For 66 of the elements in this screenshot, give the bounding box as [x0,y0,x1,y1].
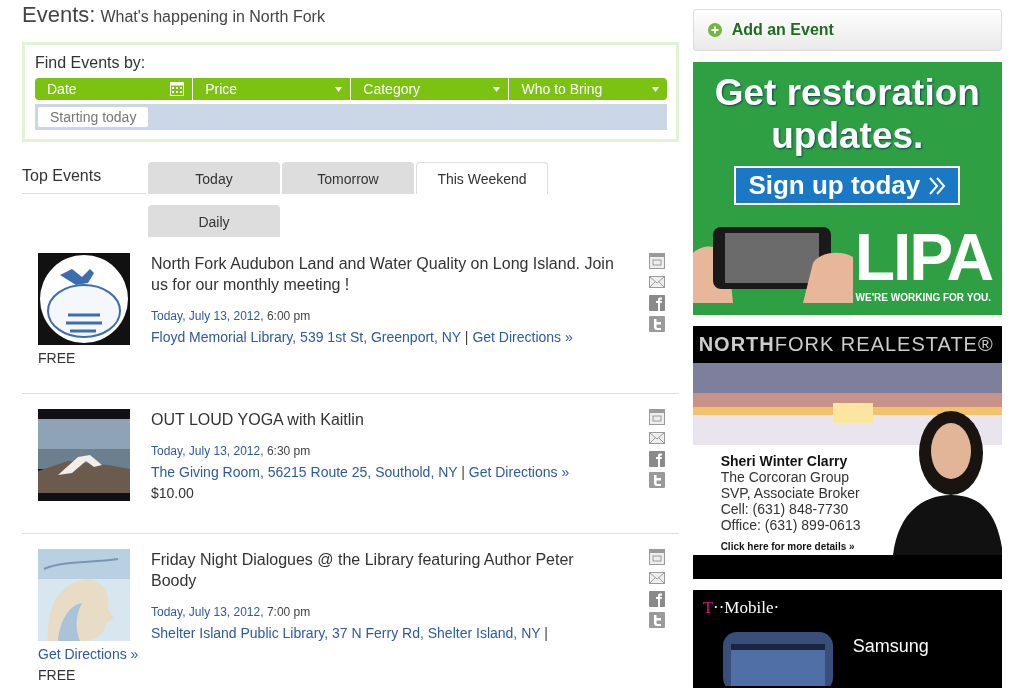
ad-text: Office: (631) 899-0613 [720,516,862,533]
filter-title: Find Events by: [35,54,147,72]
calendar-icon[interactable] [648,253,665,269]
envelope-icon[interactable] [648,430,665,446]
separator: | [544,625,548,641]
ad-text: Sheri Winter Clarry [720,452,849,469]
venue-link[interactable]: Floyd Memorial Library, 539 1st St, Greenport, NY [151,329,461,345]
venue-link[interactable]: Shelter Island Public Library, 37 N Ferry Rd, Shelter Island, NY [151,625,541,641]
page-title: Events: [22,2,96,28]
ad-text: Cell: (631) 848-7730 [720,500,850,517]
advertisement[interactable]: Get restoration updates. Sign up today LIPA WE'RE WORKING FOR YOU. [692,62,1002,315]
calendar-icon [170,82,185,96]
calendar-icon[interactable] [648,409,665,425]
facebook-icon[interactable] [648,591,665,607]
caret-icon [493,86,501,92]
directions-link[interactable]: Get Directions » [472,329,573,345]
twitter-icon[interactable] [648,472,665,488]
ad-brand: NORTHFORK REALESTATE® [697,331,995,357]
separator: | [461,464,465,480]
plus-icon [707,23,722,38]
ad-link[interactable]: Click here for more details » [720,538,1002,555]
page-subtitle: What's happening in North Fork [100,8,325,26]
twitter-icon[interactable] [648,612,665,628]
facebook-icon[interactable] [648,295,665,311]
section-label: Top Events [22,162,146,194]
envelope-icon[interactable] [648,570,665,586]
event-title[interactable]: OUT LOUD YOGA with Kaitlin [151,409,618,430]
ad-logo: ··Mobile· [713,597,780,617]
filter-chip[interactable]: Starting today [38,107,149,127]
event-time: 7:00 pm [266,605,311,619]
signup-button[interactable]: Sign up today [734,166,961,206]
event-time: 6:00 pm [266,309,311,323]
caret-icon [335,86,343,92]
directions-link[interactable]: Get Directions » [38,646,139,662]
event-price: FREE [38,350,76,366]
facebook-icon[interactable] [648,451,665,467]
ad-text: The Corcoran Group [720,468,851,485]
event-date: Today, July 13, 2012, [151,309,264,323]
tab[interactable]: This Weekend [416,162,548,194]
chevron-icon [928,176,947,195]
advertisement[interactable]: T··Mobile· Samsung [692,589,1002,688]
event-date: Today, July 13, 2012, [151,605,264,619]
tab[interactable]: Tomorrow [282,162,414,194]
ad-text: SVP, Associate Broker [720,484,861,501]
caret-icon [651,86,659,92]
event-price: $10.00 [151,485,194,501]
calendar-icon[interactable] [648,549,665,565]
advertisement[interactable]: NORTHFORK REALESTATE® Sheri Winter Clarry The Corcoran Group SVP, Associate Broker Cell: (631) 848-7730 Office: (631) 899-0613 Click here for more details » [692,325,1002,579]
directions-link[interactable]: Get Directions » [468,464,570,480]
add-event-button[interactable]: Add an Event [692,9,1002,52]
envelope-icon[interactable] [648,274,665,290]
tab[interactable]: Daily [148,205,280,237]
ad-logo-mark: T [702,597,714,617]
venue-link[interactable]: The Giving Room, 56215 Route 25, Southold, NY [151,464,458,480]
tab[interactable]: Today [148,162,280,194]
event-date: Today, July 13, 2012, [151,444,264,458]
separator: | [464,329,469,345]
ad-text: Samsung [852,635,929,657]
event-price: FREE [38,667,76,683]
event-title[interactable]: North Fork Audubon Land and Water Quality on Long Island. Join us for our monthly meeting ! [151,253,618,295]
event-title[interactable]: Friday Night Dialogues @ the Library featuring Author Peter Boody [151,549,618,591]
ad-headline: Get restoration updates. [713,71,981,158]
ad-logo: LIPA [854,226,993,289]
ad-tagline: WE'RE WORKING FOR YOU. [855,292,992,304]
event-time: 6:30 pm [266,444,311,458]
twitter-icon[interactable] [648,316,665,332]
